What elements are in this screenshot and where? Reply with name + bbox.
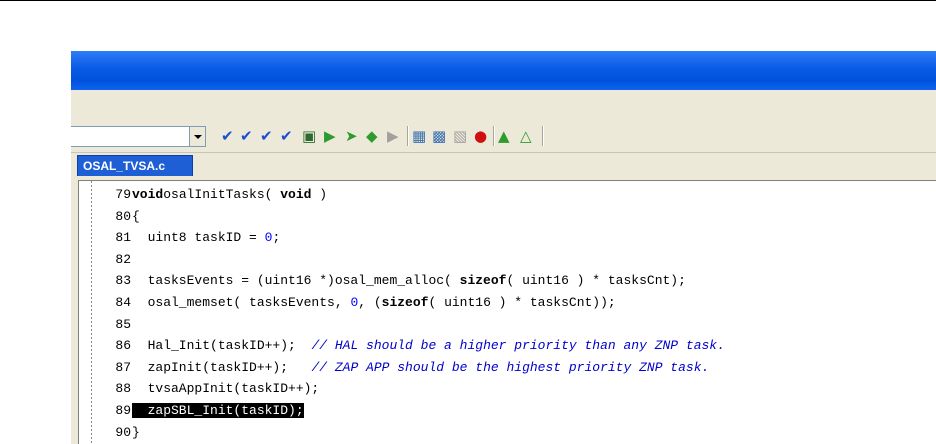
code-line[interactable]: 81 uint8 taskID = 0;	[79, 229, 936, 247]
find-in-files-glyph: ▩	[432, 127, 447, 145]
editor-tab-strip: OSAL_TVSA.c	[71, 153, 936, 176]
code-token: osal_memset( tasksEvents,	[132, 295, 351, 310]
file-view-glyph: ▣	[302, 127, 317, 145]
toolbar-separator	[542, 126, 544, 146]
stop-build-glyph: ▶	[387, 127, 399, 145]
debug-without-download-glyph: △	[520, 127, 532, 145]
file-view-icon[interactable]: ▣	[302, 127, 320, 145]
code-line[interactable]: 83 tasksEvents = (uint16 *)osal_mem_allo…	[79, 272, 936, 290]
breakpoint-glyph: ●	[474, 127, 488, 145]
code-token: ( uint16 ) * tasksCnt);	[506, 273, 686, 289]
rebuild-glyph: ◆	[366, 127, 378, 145]
line-number: 85	[115, 316, 131, 332]
code-line[interactable]: 86 Hal_Init(taskID++); // HAL should be …	[79, 337, 936, 355]
code-token: zapInit(taskID++);	[132, 359, 312, 375]
code-token: {	[132, 208, 140, 224]
debug-without-download-icon[interactable]: △	[520, 127, 538, 145]
disabled-glyph: ▧	[453, 127, 468, 145]
workspace-icon[interactable]: ▦	[412, 127, 430, 145]
tab-osal-tvsa-c[interactable]: OSAL_TVSA.c	[77, 155, 193, 176]
code-text: uint8 taskID = 0;	[132, 229, 281, 247]
find-in-files-icon[interactable]: ▩	[432, 127, 450, 145]
make-glyph: ▶	[324, 127, 336, 145]
title-bar[interactable]	[71, 51, 936, 90]
code-text: }	[132, 424, 140, 442]
toolbar-separator	[407, 126, 409, 146]
selected-code: zapSBL_Init(taskID);	[132, 403, 304, 418]
code-line[interactable]: 84 osal_memset( tasksEvents, 0, (sizeof(…	[79, 294, 936, 312]
clear-bookmarks-icon[interactable]: ✔	[280, 127, 298, 145]
code-text: zapSBL_Init(taskID);	[132, 402, 304, 420]
make-icon[interactable]: ▶	[324, 127, 342, 145]
code-token: }	[132, 424, 140, 440]
code-text: voidosalInitTasks( void )	[132, 186, 327, 204]
keyword-token: sizeof	[459, 273, 507, 289]
code-line[interactable]: 82	[79, 251, 936, 269]
disabled-icon[interactable]: ▧	[453, 127, 471, 145]
code-editor-pane[interactable]: 79 voidosalInitTasks( void ) 80{81 uint8 t…	[78, 180, 936, 444]
code-token: Hal_Init(taskID++);	[132, 338, 312, 354]
line-number: 87	[115, 359, 131, 375]
code-text: Hal_Init(taskID++); // HAL should be a h…	[132, 337, 725, 355]
code-text: tasksEvents = (uint16 *)osal_mem_alloc( …	[132, 272, 686, 290]
code-line[interactable]: 88 tvsaAppInit(taskID++);	[79, 380, 936, 398]
prev-bookmark-icon[interactable]: ✔	[260, 127, 278, 145]
line-number: 83	[115, 273, 131, 289]
keyword-token: void	[280, 187, 312, 202]
line-number: 90	[115, 424, 131, 440]
code-line[interactable]: 87 zapInit(taskID++); // ZAP APP should …	[79, 359, 936, 377]
ide-window: ✔ ✔ ✔ ✔ ▣ ▶ ➤ ◆ ▶ ▦ ▩ ▧ ● ▲ △ OSAL_TVSA.c 79 voidosalIn…	[71, 51, 936, 444]
compile-icon[interactable]: ➤	[345, 127, 363, 145]
code-token: tasksEvents = (uint16 *)osal_mem_alloc(	[132, 273, 460, 289]
toolbar: ✔ ✔ ✔ ✔ ▣ ▶ ➤ ◆ ▶ ▦ ▩ ▧ ● ▲ △	[71, 121, 936, 153]
code-editor: 79 voidosalInitTasks( void ) 80{81 uint8 t…	[71, 176, 936, 444]
code-token: osalInitTasks(	[163, 187, 281, 202]
code-token: )	[311, 187, 328, 202]
code-text: zapInit(taskID++); // ZAP APP should be …	[132, 359, 710, 377]
code-token: ( uint16 ) * tasksCnt));	[428, 295, 616, 310]
line-number: 81	[115, 230, 131, 246]
compile-glyph: ➤	[345, 127, 358, 145]
toggle-bookmark-glyph: ✔	[221, 127, 234, 145]
download-debug-glyph: ▲	[498, 127, 510, 145]
menu-bar	[71, 90, 936, 121]
code-token: , (	[358, 295, 382, 310]
code-line[interactable]: 80{	[79, 208, 936, 226]
keyword-token: void	[132, 187, 164, 202]
line-number: 89	[115, 403, 131, 418]
breakpoint-icon[interactable]: ●	[474, 127, 492, 145]
code-line[interactable]: 89 zapSBL_Init(taskID);	[79, 402, 936, 420]
code-line[interactable]: 85	[79, 316, 936, 334]
line-number: 88	[115, 381, 131, 397]
line-number: 82	[115, 251, 131, 267]
comment-token: // HAL should be a higher priority than …	[311, 338, 725, 354]
toggle-bookmark-icon[interactable]: ✔	[221, 127, 239, 145]
clear-bookmarks-glyph: ✔	[280, 127, 293, 145]
code-text: {	[132, 208, 140, 226]
code-token: tvsaAppInit(taskID++);	[132, 381, 320, 397]
prev-bookmark-glyph: ✔	[260, 127, 273, 145]
code-line[interactable]: 90}	[79, 424, 936, 442]
line-number: 86	[115, 338, 131, 354]
line-number: 79	[115, 187, 131, 202]
configuration-combobox[interactable]	[71, 126, 206, 147]
next-bookmark-icon[interactable]: ✔	[240, 127, 258, 145]
code-token: uint8 taskID =	[132, 230, 265, 246]
rebuild-icon[interactable]: ◆	[366, 127, 384, 145]
toolbar-separator	[493, 126, 495, 146]
stop-build-icon[interactable]: ▶	[387, 127, 405, 145]
workspace-glyph: ▦	[412, 127, 427, 145]
code-text: osal_memset( tasksEvents, 0, (sizeof( ui…	[132, 294, 616, 312]
top-border-line	[0, 0, 936, 1]
combobox-dropdown-button[interactable]	[189, 127, 205, 146]
line-number: 84	[115, 295, 131, 310]
code-line[interactable]: 79 voidosalInitTasks( void )	[79, 186, 936, 204]
next-bookmark-glyph: ✔	[240, 127, 253, 145]
line-number: 80	[115, 208, 131, 224]
download-debug-icon[interactable]: ▲	[498, 127, 516, 145]
comment-token: // ZAP APP should be the highest priorit…	[311, 359, 710, 375]
keyword-token: sizeof	[381, 295, 429, 310]
code-text: tvsaAppInit(taskID++);	[132, 380, 320, 398]
code-token: ;	[272, 230, 281, 246]
